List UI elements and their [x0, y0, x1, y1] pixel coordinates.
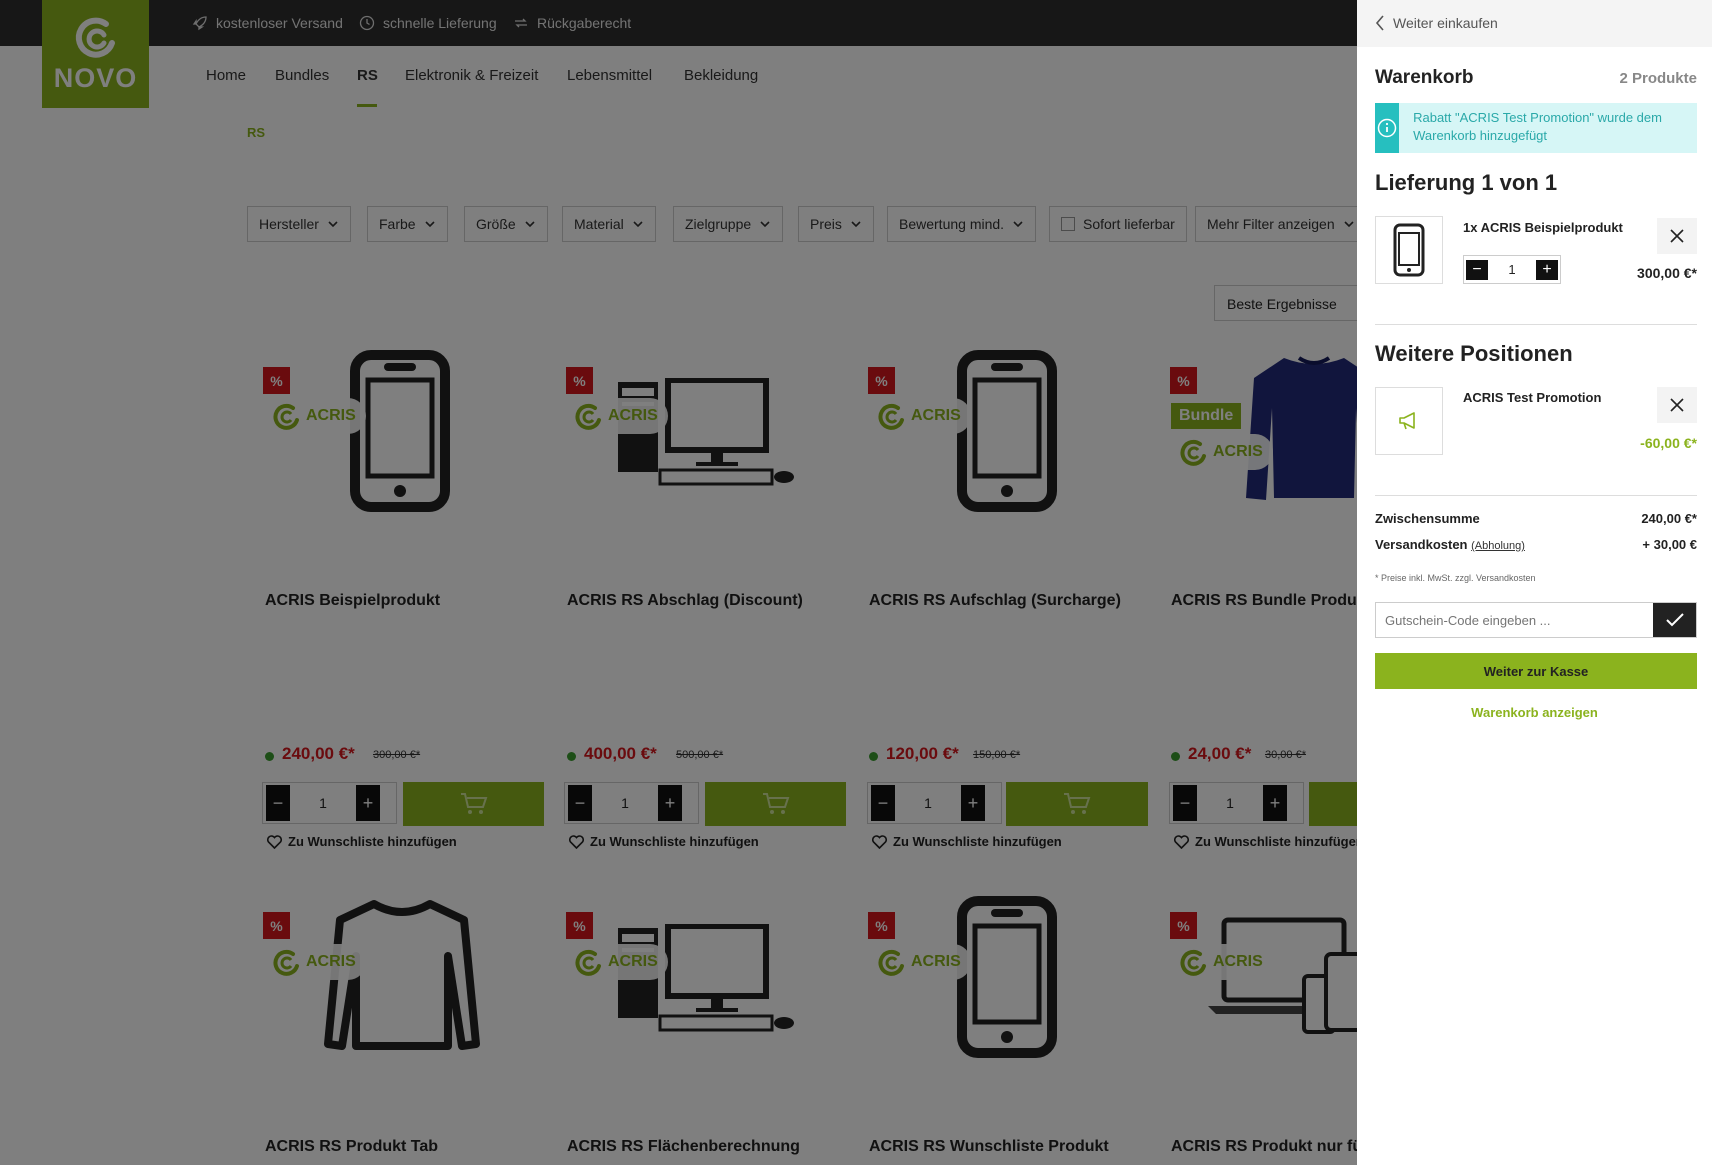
chevron-left-icon [1375, 15, 1384, 31]
close-icon [1670, 398, 1684, 412]
promotion-thumbnail [1375, 387, 1443, 455]
show-cart-link[interactable]: Warenkorb anzeigen [1357, 705, 1712, 720]
checkout-button[interactable]: Weiter zur Kasse [1375, 653, 1697, 689]
divider [1375, 324, 1697, 325]
line-item-name[interactable]: 1x ACRIS Beispielprodukt [1463, 220, 1623, 235]
offcanvas-header: Weiter einkaufen [1357, 0, 1712, 47]
cart-title: Warenkorb [1375, 67, 1474, 88]
price-note: * Preise inkl. MwSt. zzgl. Versandkosten [1375, 573, 1536, 583]
info-icon [1377, 118, 1397, 138]
continue-shopping-label: Weiter einkaufen [1393, 15, 1498, 31]
promotion-name: ACRIS Test Promotion [1463, 390, 1602, 405]
alert-icon-box [1375, 103, 1400, 153]
line-item-price: 300,00 €* [1637, 265, 1697, 281]
minus-button[interactable]: − [1466, 259, 1488, 280]
page: kostenloser Versand schnelle Lieferung R… [0, 0, 1712, 1165]
divider [1375, 495, 1697, 496]
shipping-value: + 30,00 € [1642, 537, 1697, 552]
subtotal-value: 240,00 €* [1641, 511, 1697, 526]
line-item-thumbnail[interactable] [1375, 216, 1443, 284]
remove-promotion-button[interactable] [1657, 387, 1697, 423]
delivery-title: Lieferung 1 von 1 [1375, 170, 1558, 195]
promotion-price: -60,00 €* [1640, 435, 1697, 451]
cart-count: 2 Produkte [1619, 70, 1697, 87]
shipping-label-wrap: Versandkosten (Abholung) [1375, 537, 1525, 552]
voucher-submit-button[interactable] [1653, 603, 1696, 637]
close-icon [1670, 229, 1684, 243]
shipping-row: Versandkosten (Abholung) + 30,00 € [1375, 537, 1697, 552]
subtotal-label: Zwischensumme [1375, 511, 1480, 526]
backdrop-overlay[interactable] [0, 0, 1357, 1165]
promotion-alert: Rabatt "ACRIS Test Promotion" wurde dem … [1375, 103, 1697, 153]
megaphone-icon [1399, 412, 1415, 430]
quantity-value[interactable]: 1 [1508, 262, 1515, 277]
voucher-input[interactable] [1376, 603, 1653, 637]
cart-quantity-stepper: − 1 + [1463, 255, 1561, 284]
remove-item-button[interactable] [1657, 218, 1697, 254]
shipping-label: Versandkosten [1375, 537, 1468, 552]
subtotal-row: Zwischensumme 240,00 €* [1375, 511, 1697, 526]
plus-button[interactable]: + [1535, 259, 1558, 280]
phone-icon [1393, 223, 1425, 277]
shipping-method-link[interactable]: (Abholung) [1471, 540, 1525, 552]
voucher-form [1375, 602, 1697, 638]
continue-shopping-link[interactable]: Weiter einkaufen [1375, 15, 1498, 31]
checkmark-icon [1665, 613, 1684, 627]
further-items-title: Weitere Positionen [1375, 341, 1573, 366]
alert-text: Rabatt "ACRIS Test Promotion" wurde dem … [1413, 110, 1662, 143]
offcanvas-cart: Weiter einkaufen Warenkorb 2 Produkte Ra… [1357, 0, 1712, 1165]
